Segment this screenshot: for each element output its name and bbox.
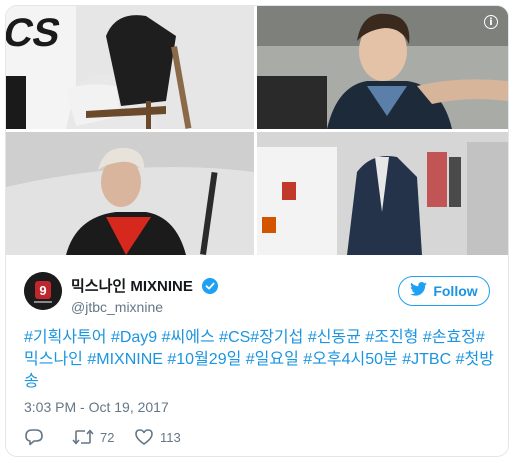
user-handle[interactable]: @jtbc_mixnine [71, 299, 218, 315]
hashtag-link[interactable]: #기획사투어 [24, 329, 107, 346]
hashtag-link[interactable]: #조진형 [365, 329, 418, 346]
twitter-bird-icon [410, 277, 428, 305]
tweet-text: #기획사투어 #Day9 #씨에스 #CS#장기섭 #신동균 #조진형 #손효정… [24, 327, 494, 393]
display-name[interactable]: 믹스나인 MIXNINE [71, 275, 193, 296]
heart-icon [134, 428, 154, 446]
reply-icon [24, 428, 44, 446]
hashtag-link[interactable]: #MIXNINE [87, 351, 163, 368]
photo-2[interactable]: i [257, 6, 508, 129]
photo-1[interactable]: CS [6, 6, 254, 129]
reply-button[interactable] [24, 427, 44, 447]
tweet-header: 9 믹스나인 MIXNINE @jtbc_mixnine Follow [24, 268, 494, 318]
info-icon[interactable]: i [484, 15, 498, 29]
svg-text:9: 9 [39, 283, 46, 298]
hashtag-link[interactable]: #Day9 [111, 329, 157, 346]
like-count: 113 [160, 429, 181, 445]
svg-text:CS: CS [6, 9, 65, 54]
photo-grid[interactable]: CS i [6, 6, 508, 255]
follow-label: Follow [433, 283, 478, 299]
like-button[interactable]: 113 [134, 427, 181, 447]
verified-badge-icon [202, 277, 219, 294]
retweet-button[interactable]: 72 [72, 427, 114, 447]
hashtag-link[interactable]: #일요일 [246, 351, 299, 368]
tweet-timestamp[interactable]: 3:03 PM - Oct 19, 2017 [24, 399, 169, 415]
retweet-count: 72 [100, 429, 115, 445]
retweet-icon [72, 428, 94, 446]
tweet-card: CS i 9 믹스나인 MIXNINE @jtbc_mixnine Follow… [5, 5, 509, 457]
hashtag-link[interactable]: #씨에스 [162, 329, 215, 346]
hashtag-link[interactable]: #오후4시50분 [303, 351, 397, 368]
hashtag-link[interactable]: #장기섭 [250, 329, 303, 346]
photo-4[interactable] [257, 132, 508, 255]
hashtag-link[interactable]: #JTBC [402, 351, 451, 368]
follow-button[interactable]: Follow [398, 276, 490, 306]
avatar[interactable]: 9 [24, 272, 62, 310]
hashtag-link[interactable]: #CS [219, 329, 250, 346]
hashtag-link[interactable]: #10월29일 [167, 351, 241, 368]
tweet-actions: 72 113 [24, 427, 324, 447]
hashtag-link[interactable]: #손효정 [423, 329, 476, 346]
hashtag-link[interactable]: #신동균 [308, 329, 361, 346]
photo-3[interactable] [6, 132, 254, 255]
